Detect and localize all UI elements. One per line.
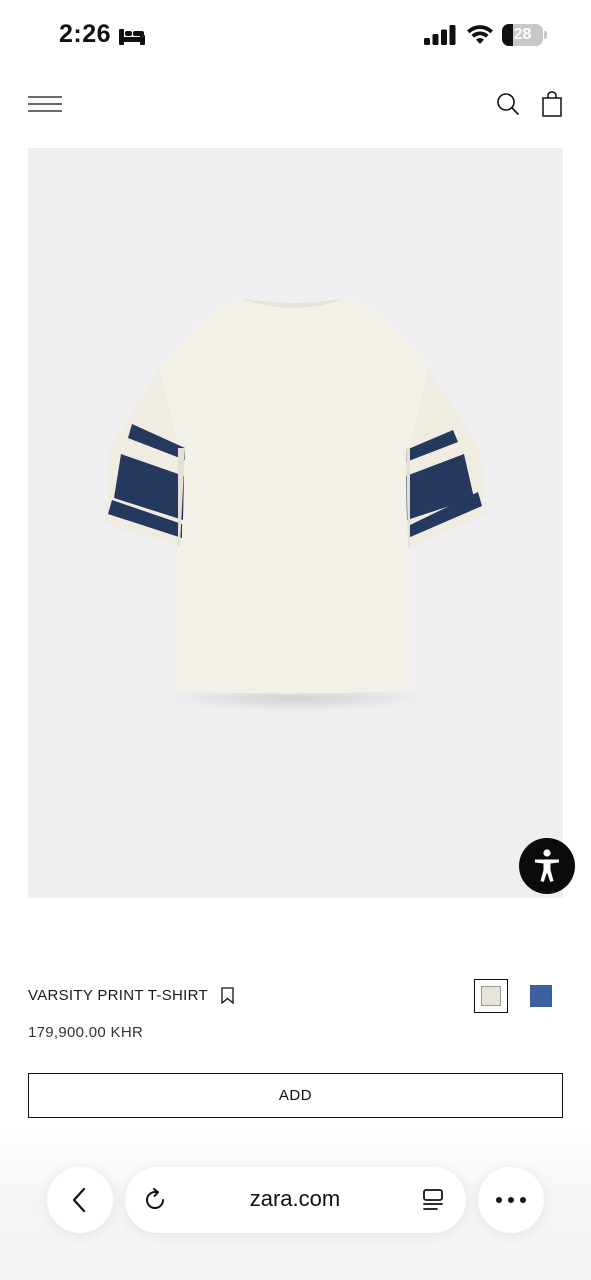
accessibility-icon xyxy=(535,849,559,882)
back-chevron-icon xyxy=(72,1187,86,1213)
bookmark-icon[interactable] xyxy=(220,987,235,1004)
reader-icon[interactable] xyxy=(421,1187,447,1213)
battery-percent: 28 xyxy=(513,26,532,43)
more-icon xyxy=(496,1197,526,1203)
color-swatch-cream[interactable] xyxy=(474,979,508,1013)
t-shirt-illustration xyxy=(104,298,488,712)
wifi-icon xyxy=(467,25,493,44)
color-swatch-blue[interactable] xyxy=(530,985,552,1007)
cellular-signal-icon xyxy=(424,25,456,45)
product-image[interactable] xyxy=(28,148,563,898)
url-text[interactable]: zara.com xyxy=(245,1186,345,1212)
status-bar: 2:26 28 xyxy=(0,0,591,70)
battery-icon: 28 xyxy=(502,24,548,46)
status-time: 2:26 xyxy=(59,20,112,48)
product-price: 179,900.00 KHR xyxy=(28,1024,144,1041)
menu-icon[interactable] xyxy=(28,95,62,113)
search-icon[interactable] xyxy=(496,92,520,116)
product-name: VARSITY PRINT T-SHIRT xyxy=(28,987,208,1004)
shopping-bag-icon[interactable] xyxy=(541,91,563,117)
more-button[interactable] xyxy=(478,1167,544,1233)
sleep-icon xyxy=(119,29,145,45)
add-to-cart-button[interactable]: ADD xyxy=(28,1073,563,1118)
reload-icon[interactable] xyxy=(142,1187,168,1213)
accessibility-button[interactable] xyxy=(519,838,575,894)
back-button[interactable] xyxy=(47,1167,113,1233)
